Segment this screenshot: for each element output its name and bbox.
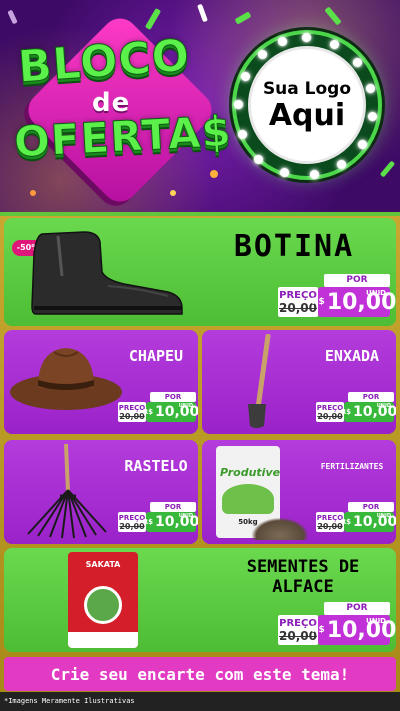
unit-label: UNID [366,289,386,297]
seed-packet-image: SAKATA [68,552,138,648]
unit-label: UNID [366,617,386,625]
light-bulb-icon [258,50,267,59]
currency-symbol: R$ [142,408,153,416]
product-name: BOTINA [233,229,355,264]
unit-label: UNID [178,513,193,519]
rake-image [27,443,107,539]
light-bulb-icon [353,58,362,67]
por-label: POR [150,392,196,402]
product-card-sementes[interactable]: SAKATA SEMENTES DE ALFACE POR PREÇO 20,0… [4,548,396,652]
old-price: 20,00 [317,521,343,531]
unit-label: UNID [376,513,391,519]
light-bulb-icon [358,140,367,149]
unit-label: UNID [376,403,391,409]
cta-banner[interactable]: Crie seu encarte com este tema! [4,657,396,691]
light-bulb-icon [254,155,263,164]
currency-symbol: R$ [340,408,351,416]
currency-symbol: R$ [311,297,325,307]
product-name: RASTELO [124,457,188,475]
por-label: POR [324,274,390,287]
price-tag: POR PREÇO 20,00 R$ 10,00 UNID [316,502,396,534]
product-card-rastelo[interactable]: RASTELO POR PREÇO 20,00 R$ 10,00 UNID [4,440,198,544]
confetti [30,190,36,196]
light-bulb-icon [241,72,250,81]
product-name: FERTILIZANTES [320,462,384,471]
light-bulb-icon [234,100,243,109]
logo-placeholder[interactable]: Sua Logo Aqui [248,46,366,164]
preco-label: PREÇO [316,513,344,522]
price-tag: POR PREÇO 20,00 R$ 10,00 UNID [118,392,198,424]
lettuce-graphic [84,586,122,624]
title-ofertas: OFERTA$ [12,106,233,167]
unit-label: UNID [178,403,193,409]
price-tag: POR PREÇO 20,00 R$ 10,00 UNID [118,502,198,534]
confetti [144,7,162,31]
soil-pile [252,518,308,540]
product-name: SEMENTES DE ALFACE [246,557,360,597]
por-label: POR [348,392,394,402]
product-card-fertilizantes[interactable]: Produtive 50kg FERTILIZANTES POR PREÇO 2… [202,440,396,544]
por-label: POR [348,502,394,512]
confetti [324,6,342,26]
light-bulb-icon [330,40,339,49]
hoe-image [248,334,271,428]
confetti [7,9,18,25]
light-bulb-icon [366,84,375,93]
light-bulb-icon [368,112,377,121]
confetti [234,11,252,25]
light-bulb-icon [337,160,346,169]
header-banner: BLOCO de OFERTA$ Sua Logo Aqui [0,0,400,212]
product-card-botina[interactable]: -50% BOTINA POR PREÇO 20,00 R$ 10,00 UNI… [4,218,396,326]
confetti [170,190,176,196]
currency-symbol: R$ [311,625,325,635]
packet-footer [68,632,138,648]
old-price: 20,00 [317,411,343,421]
preco-label: PREÇO [316,403,344,412]
old-price: 20,00 [119,521,145,531]
disclaimer-footnote: *Imagens Meramente Ilustrativas [0,692,400,711]
por-label: POR [324,602,390,615]
currency-symbol: R$ [142,518,153,526]
package-brand: Produtive [220,466,281,479]
price-tag: POR PREÇO 20,00 R$ 10,00 UNID [316,392,396,424]
package-graphic [222,484,274,514]
product-name: CHAPEU [128,347,184,365]
currency-symbol: R$ [340,518,351,526]
price-tag: POR PREÇO 20,00 R$ 10,00 UNID [278,274,396,320]
preco-label: PREÇO [118,513,146,522]
light-bulb-icon [280,168,289,177]
light-bulb-icon [278,37,287,46]
product-card-enxada[interactable]: ENXADA POR PREÇO 20,00 R$ 10,00 UNID [202,330,396,434]
confetti [379,160,396,178]
grid-top-strip [0,212,400,216]
logo-text-line1: Sua Logo [262,78,352,99]
old-price: 20,00 [119,411,145,421]
preco-label: PREÇO [118,403,146,412]
product-name: ENXADA [324,347,380,365]
hat-image [10,348,122,410]
boot-image [31,231,183,315]
light-bulb-icon [238,130,247,139]
price-tag: POR PREÇO 20,00 R$ 10,00 UNID [278,602,396,648]
logo-text-line2: Aqui [268,97,346,133]
por-label: POR [150,502,196,512]
package-brand: SAKATA [85,560,121,569]
confetti [210,170,218,178]
product-card-chapeu[interactable]: CHAPEU POR PREÇO 20,00 R$ 10,00 UNID [4,330,198,434]
confetti [197,3,208,23]
light-bulb-icon [302,33,311,42]
light-bulb-icon [310,170,319,179]
